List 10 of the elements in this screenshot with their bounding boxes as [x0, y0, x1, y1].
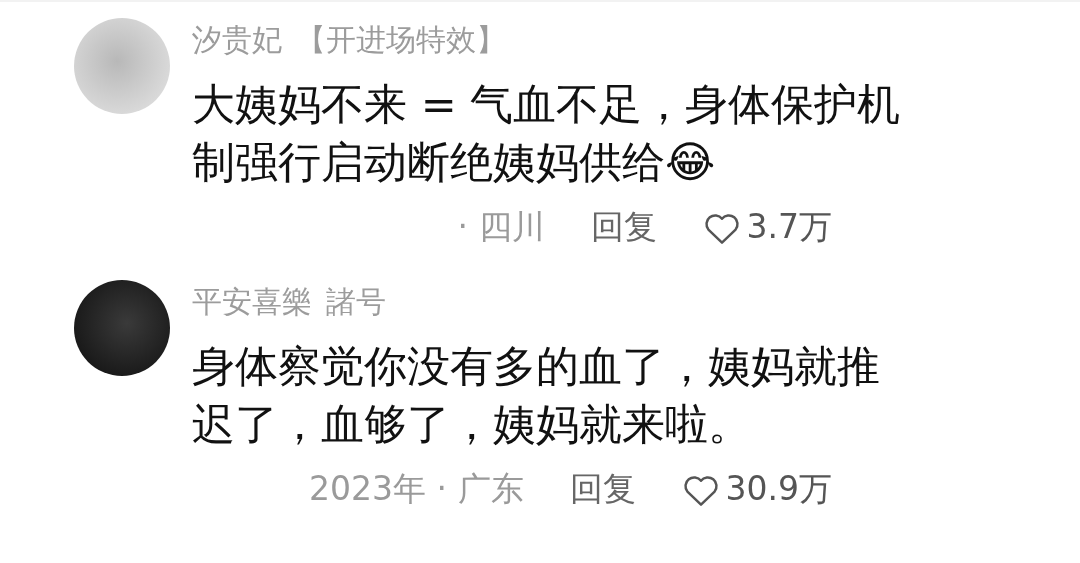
comment-text: 身体察觉你没有多的血了，姨妈就推迟了，血够了，姨妈就来啦。 — [192, 340, 881, 451]
comment-meta: · 四川 — [457, 206, 545, 248]
comment-text: 大姨妈不来 = 气血不足，身体保护机制强行启动断绝姨妈供给😂 — [192, 78, 902, 189]
reply-link[interactable]: 回复 — [590, 205, 657, 250]
like-button[interactable]: 3.7万 — [702, 205, 832, 250]
user-tag: 【开进场特效】 — [296, 20, 506, 61]
like-button[interactable]: 30.9万 — [681, 467, 832, 512]
comment-meta: 2023年 · 广东 — [309, 468, 524, 510]
reply-link[interactable]: 回复 — [569, 467, 636, 512]
user-tag: 諸号 — [326, 282, 386, 323]
